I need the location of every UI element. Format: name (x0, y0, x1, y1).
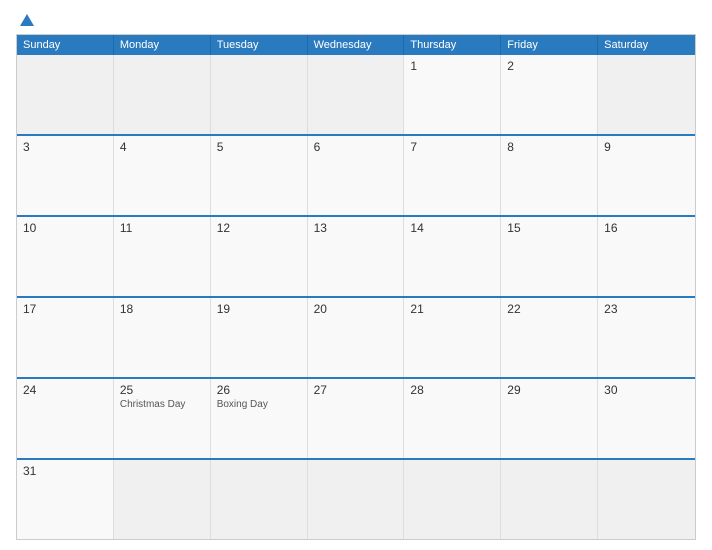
cell-date: 13 (314, 221, 398, 235)
day-header-monday: Monday (114, 35, 211, 55)
cell-date: 26 (217, 383, 301, 397)
calendar-cell: 3 (17, 136, 114, 215)
cell-date: 16 (604, 221, 689, 235)
days-header-row: SundayMondayTuesdayWednesdayThursdayFrid… (17, 35, 695, 55)
cell-date: 23 (604, 302, 689, 316)
cell-date: 20 (314, 302, 398, 316)
cell-date: 28 (410, 383, 494, 397)
calendar-cell: 27 (308, 379, 405, 458)
calendar-cell: 29 (501, 379, 598, 458)
calendar-cell: 25 Christmas Day (114, 379, 211, 458)
calendar-cell: 31 (17, 460, 114, 539)
calendar-cell (501, 460, 598, 539)
week-row-4: 24 25 Christmas Day 26 Boxing Day 27 28 29 30 (17, 377, 695, 458)
cell-date: 6 (314, 140, 398, 154)
calendar-cell (404, 460, 501, 539)
cell-date: 14 (410, 221, 494, 235)
cell-date: 27 (314, 383, 398, 397)
day-header-tuesday: Tuesday (211, 35, 308, 55)
calendar-cell: 17 (17, 298, 114, 377)
calendar-cell: 19 (211, 298, 308, 377)
calendar-cell (114, 55, 211, 134)
cell-date: 1 (410, 59, 494, 73)
calendar-cell: 13 (308, 217, 405, 296)
calendar-cell: 1 (404, 55, 501, 134)
cell-date: 10 (23, 221, 107, 235)
calendar-cell: 11 (114, 217, 211, 296)
day-header-sunday: Sunday (17, 35, 114, 55)
calendar-weeks: 1234567891011121314151617181920212223242… (17, 55, 695, 539)
calendar-cell (598, 460, 695, 539)
cell-date: 5 (217, 140, 301, 154)
cell-date: 25 (120, 383, 204, 397)
cell-date: 15 (507, 221, 591, 235)
cell-date: 4 (120, 140, 204, 154)
calendar-cell: 20 (308, 298, 405, 377)
calendar-cell: 6 (308, 136, 405, 215)
cell-date: 24 (23, 383, 107, 397)
calendar-cell: 24 (17, 379, 114, 458)
logo-blue-container (16, 14, 34, 26)
cell-date: 29 (507, 383, 591, 397)
week-row-5: 31 (17, 458, 695, 539)
calendar-cell (598, 55, 695, 134)
cell-event: Boxing Day (217, 399, 301, 410)
cell-date: 22 (507, 302, 591, 316)
cell-date: 30 (604, 383, 689, 397)
week-row-3: 17 18 19 20 21 22 23 (17, 296, 695, 377)
logo-triangle-icon (20, 14, 34, 26)
cell-date: 21 (410, 302, 494, 316)
cell-date: 19 (217, 302, 301, 316)
cell-date: 12 (217, 221, 301, 235)
calendar-cell: 9 (598, 136, 695, 215)
calendar-cell: 8 (501, 136, 598, 215)
cell-date: 18 (120, 302, 204, 316)
calendar-cell (308, 460, 405, 539)
calendar-cell: 4 (114, 136, 211, 215)
cell-date: 17 (23, 302, 107, 316)
calendar-grid: SundayMondayTuesdayWednesdayThursdayFrid… (16, 34, 696, 540)
calendar-page: SundayMondayTuesdayWednesdayThursdayFrid… (0, 0, 712, 550)
week-row-1: 3456789 (17, 134, 695, 215)
cell-date: 8 (507, 140, 591, 154)
calendar-cell (114, 460, 211, 539)
cell-event: Christmas Day (120, 399, 204, 410)
calendar-cell: 12 (211, 217, 308, 296)
cell-date: 3 (23, 140, 107, 154)
calendar-cell: 2 (501, 55, 598, 134)
calendar-cell: 5 (211, 136, 308, 215)
calendar-cell: 22 (501, 298, 598, 377)
calendar-cell: 18 (114, 298, 211, 377)
calendar-cell (211, 460, 308, 539)
calendar-cell: 7 (404, 136, 501, 215)
calendar-cell: 14 (404, 217, 501, 296)
cell-date: 31 (23, 464, 107, 478)
cell-date: 7 (410, 140, 494, 154)
logo (16, 14, 34, 26)
calendar-cell: 26 Boxing Day (211, 379, 308, 458)
calendar-cell: 21 (404, 298, 501, 377)
day-header-thursday: Thursday (404, 35, 501, 55)
week-row-0: 12 (17, 55, 695, 134)
calendar-cell (17, 55, 114, 134)
day-header-friday: Friday (501, 35, 598, 55)
calendar-cell: 28 (404, 379, 501, 458)
calendar-cell: 10 (17, 217, 114, 296)
calendar-cell: 23 (598, 298, 695, 377)
calendar-cell: 15 (501, 217, 598, 296)
day-header-saturday: Saturday (598, 35, 695, 55)
calendar-cell (211, 55, 308, 134)
cell-date: 2 (507, 59, 591, 73)
calendar-cell: 30 (598, 379, 695, 458)
cell-date: 9 (604, 140, 689, 154)
week-row-2: 10 11 12 13 14 15 16 (17, 215, 695, 296)
calendar-cell: 16 (598, 217, 695, 296)
calendar-cell (308, 55, 405, 134)
page-header (16, 14, 696, 26)
day-header-wednesday: Wednesday (308, 35, 405, 55)
cell-date: 11 (120, 221, 204, 235)
